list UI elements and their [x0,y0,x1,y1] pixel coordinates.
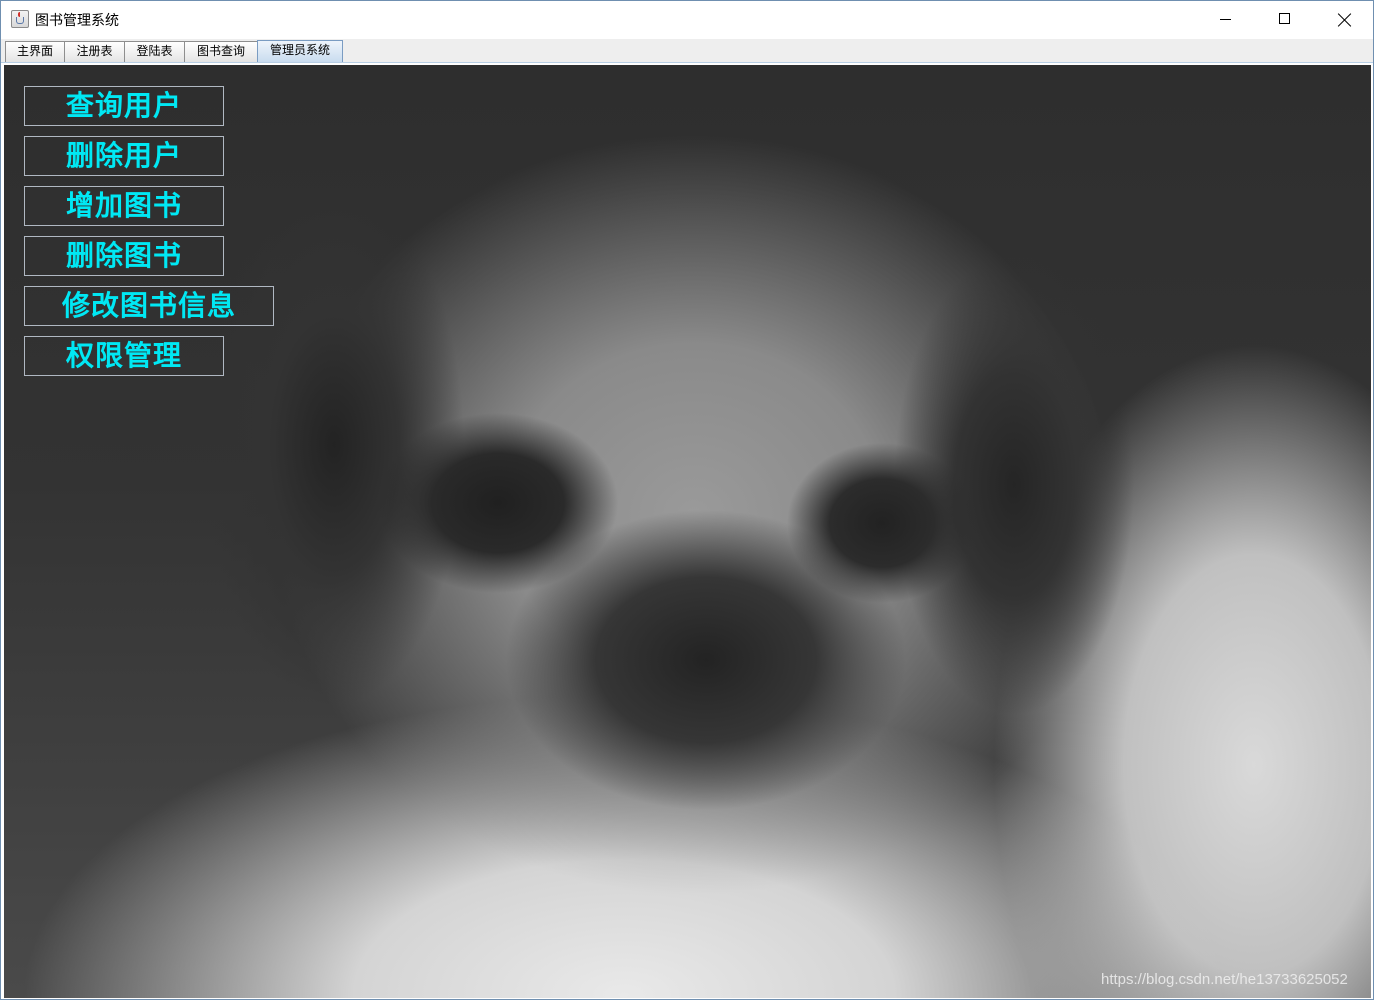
edit-book-info-button[interactable]: 修改图书信息 [24,286,274,326]
add-book-button[interactable]: 增加图书 [24,186,224,226]
maximize-button[interactable] [1256,1,1314,39]
minimize-button[interactable] [1197,1,1255,39]
java-cup-icon[interactable] [11,10,29,28]
watermark-text: https://blog.csdn.net/he13733625052 [1101,971,1348,988]
tab-main[interactable]: 主界面 [5,41,65,62]
minimize-icon [1220,19,1231,20]
tab-book-search[interactable]: 图书查询 [184,41,258,62]
admin-panel: 查询用户 删除用户 增加图书 删除图书 修改图书信息 权限管理 https://… [4,65,1371,998]
tab-register[interactable]: 注册表 [64,41,125,62]
permission-manage-button[interactable]: 权限管理 [24,336,224,376]
close-icon [1337,11,1351,27]
query-user-button[interactable]: 查询用户 [24,86,224,126]
delete-user-button[interactable]: 删除用户 [24,136,224,176]
window-title: 图书管理系统 [35,13,119,29]
tab-strip: 主界面 注册表 登陆表 图书查询 管理员系统 [1,39,1373,63]
close-button[interactable] [1315,1,1373,39]
app-window: 图书管理系统 主界面 注册表 登陆表 图书查询 管理员系统 查询用户 删除用户 … [0,0,1374,1000]
tab-admin-system[interactable]: 管理员系统 [257,40,343,62]
title-bar: 图书管理系统 [1,1,1373,39]
maximize-icon [1279,13,1290,24]
delete-book-button[interactable]: 删除图书 [24,236,224,276]
tab-login[interactable]: 登陆表 [124,41,185,62]
